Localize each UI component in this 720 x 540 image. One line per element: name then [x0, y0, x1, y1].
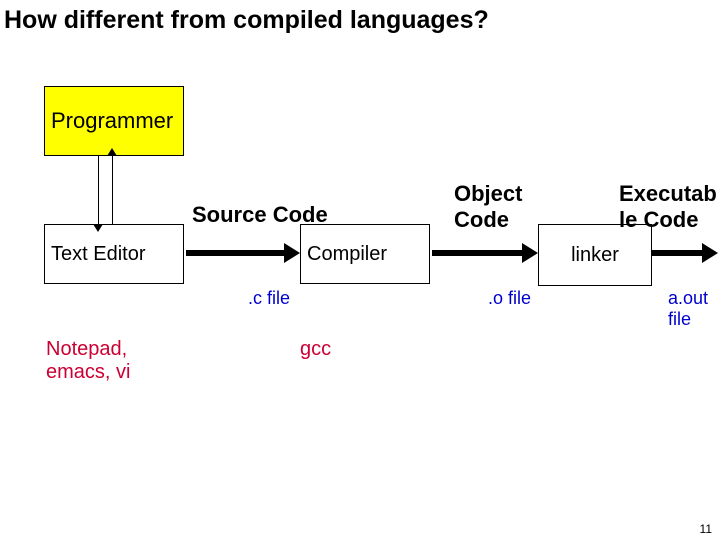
arrow-programmer-to-editor — [98, 156, 99, 224]
page-title: How different from compiled languages? — [4, 6, 489, 35]
page-number: 11 — [700, 522, 712, 536]
arrow-editor-to-compiler — [186, 250, 284, 256]
c-file-label: .c file — [248, 288, 290, 309]
arrow-linker-to-output — [652, 250, 702, 256]
object-code-label: Object Code — [454, 181, 522, 233]
compiler-box: Compiler — [300, 224, 430, 284]
executable-code-label: Executab le Code — [619, 181, 717, 233]
linker-label: linker — [571, 244, 619, 267]
o-file-label: .o file — [488, 288, 531, 309]
programmer-box: Programmer — [44, 86, 184, 156]
programmer-label: Programmer — [51, 108, 173, 134]
gcc-label: gcc — [300, 338, 331, 361]
text-editor-label: Text Editor — [51, 243, 145, 266]
editors-example-label: Notepad, emacs, vi — [46, 338, 130, 384]
source-code-label: Source Code — [192, 202, 328, 228]
arrow-editor-to-programmer — [112, 156, 113, 224]
linker-box: linker — [538, 224, 652, 286]
arrow-compiler-to-linker — [432, 250, 522, 256]
text-editor-box: Text Editor — [44, 224, 184, 284]
aout-file-label: a.out file — [668, 288, 708, 330]
compiler-label: Compiler — [307, 243, 387, 266]
